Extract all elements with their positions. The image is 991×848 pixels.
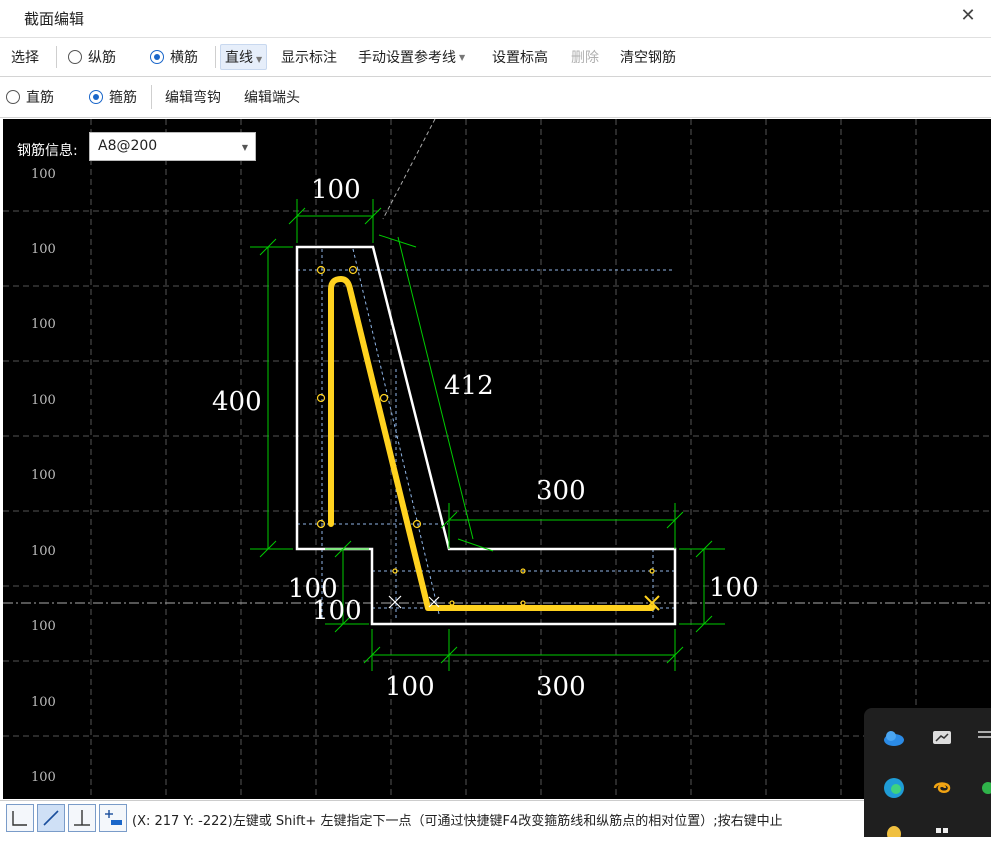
radio-checked-icon: [150, 50, 164, 64]
radio-checked-icon: [89, 90, 103, 104]
dim-slope-length: 412: [444, 371, 494, 401]
straight-bar-radio[interactable]: 直筋: [6, 77, 54, 117]
grid-label: 100: [31, 393, 56, 408]
window-title: 截面编辑: [24, 10, 85, 28]
green-app-icon[interactable]: [976, 774, 991, 802]
chevron-down-icon: ▼: [459, 52, 466, 62]
dim-right-height: 100: [709, 573, 759, 603]
grid-label: 100: [31, 167, 56, 182]
perpendicular-icon: [74, 810, 90, 826]
orthogonal-mode-button[interactable]: [6, 804, 34, 832]
menu-icon[interactable]: [976, 724, 991, 752]
status-bar: (X: 217 Y: -222)左键或 Shift+ 左键指定下一点（可通过快捷…: [0, 800, 991, 838]
delete-button[interactable]: 删除: [571, 38, 599, 76]
dim-flange-width: 300: [536, 476, 586, 506]
select-button[interactable]: 选择: [11, 38, 39, 76]
swirl-app-icon[interactable]: [928, 774, 956, 802]
radio-icon: [6, 90, 20, 104]
system-tray-popup: [864, 708, 991, 842]
grid-lines: [3, 119, 991, 799]
section-drawing[interactable]: 100 100 100 100 100 100 100 100 100 100 …: [3, 119, 991, 799]
drawing-canvas[interactable]: 100 100 100 100 100 100 100 100 100 100 …: [3, 119, 991, 799]
show-dimension-button[interactable]: 显示标注: [281, 38, 337, 76]
grid-label: 100: [31, 695, 56, 710]
close-icon[interactable]: ✕: [958, 6, 978, 26]
ortho-corner-icon: [12, 811, 27, 826]
grid-label: 100: [31, 242, 56, 257]
grid-label: 100: [31, 317, 56, 332]
main-toolbar: 选择 纵筋 横筋 直线 ▼ 显示标注 手动设置参考线 ▼ 设置标高 删除 清空钢筋: [0, 37, 991, 77]
grid-label: 100: [31, 770, 56, 785]
stirrup-rebar[interactable]: [328, 276, 655, 611]
toolbar-divider: [56, 46, 57, 68]
chevron-down-icon: ▼: [241, 143, 248, 152]
edit-hook-label: 编辑弯钩: [165, 90, 221, 106]
edge-browser-icon[interactable]: [880, 774, 908, 802]
dim-bottom-left: 100: [385, 672, 435, 702]
toolbar-divider: [215, 46, 216, 68]
grid-label: 100: [31, 619, 56, 634]
plus-offset-icon: [105, 810, 122, 825]
dim-top-width: 100: [311, 175, 361, 205]
manual-ref-line-label: 手动设置参考线: [358, 50, 456, 66]
select-label: 选择: [11, 50, 39, 66]
rebar-info-value: A8@200: [98, 138, 158, 154]
sub-toolbar: 直筋 箍筋 编辑弯钩 编辑端头: [0, 77, 991, 118]
grid-label: 100: [31, 468, 56, 483]
dim-bottom-right: 300: [536, 672, 586, 702]
transverse-label: 横筋: [170, 50, 198, 66]
line-label: 直线: [225, 50, 253, 66]
line-dropdown[interactable]: 直线 ▼: [220, 38, 268, 76]
transverse-radio[interactable]: 横筋: [150, 38, 198, 76]
rebar-info-label: 钢筋信息:: [17, 143, 78, 159]
manual-ref-line-dropdown[interactable]: 手动设置参考线 ▼: [358, 38, 465, 76]
stirrup-radio[interactable]: 箍筋: [89, 77, 137, 117]
longitudinal-label: 纵筋: [88, 50, 116, 66]
diagonal-line-icon: [43, 810, 59, 826]
perpendicular-button[interactable]: [68, 804, 96, 832]
edit-end-button[interactable]: 编辑端头: [244, 77, 300, 117]
bell-app-icon[interactable]: [880, 820, 908, 848]
status-text: (X: 217 Y: -222)左键或 Shift+ 左键指定下一点（可通过快捷…: [132, 814, 783, 829]
rebar-info-combo[interactable]: A8@200 ▼: [89, 132, 256, 161]
toolbar-divider: [151, 85, 152, 109]
clear-rebar-button[interactable]: 清空钢筋: [620, 38, 676, 76]
stirrup-label: 箍筋: [109, 90, 137, 106]
chevron-down-icon: ▼: [256, 55, 263, 64]
longitudinal-radio[interactable]: 纵筋: [68, 38, 116, 76]
show-dimension-label: 显示标注: [281, 50, 337, 66]
radio-icon: [68, 50, 82, 64]
title-bar: 截面编辑 ✕: [0, 0, 991, 36]
dim-left-height: 400: [212, 387, 262, 417]
delete-label: 删除: [571, 50, 599, 66]
straight-bar-label: 直筋: [26, 90, 54, 106]
set-elevation-label: 设置标高: [492, 50, 548, 66]
edit-hook-button[interactable]: 编辑弯钩: [165, 77, 221, 117]
dim-step-height: 100: [312, 596, 362, 626]
clear-rebar-label: 清空钢筋: [620, 50, 676, 66]
grid-labels: 100 100 100 100 100 100 100 100 100: [31, 167, 56, 785]
line-mode-button[interactable]: [37, 804, 65, 832]
windows-grid-icon[interactable]: [928, 820, 956, 848]
add-offset-button[interactable]: [99, 804, 127, 832]
edit-end-label: 编辑端头: [244, 90, 300, 106]
set-elevation-button[interactable]: 设置标高: [492, 38, 548, 76]
cloud-icon[interactable]: [880, 724, 908, 752]
grid-label: 100: [31, 544, 56, 559]
screen-capture-icon[interactable]: [928, 724, 956, 752]
